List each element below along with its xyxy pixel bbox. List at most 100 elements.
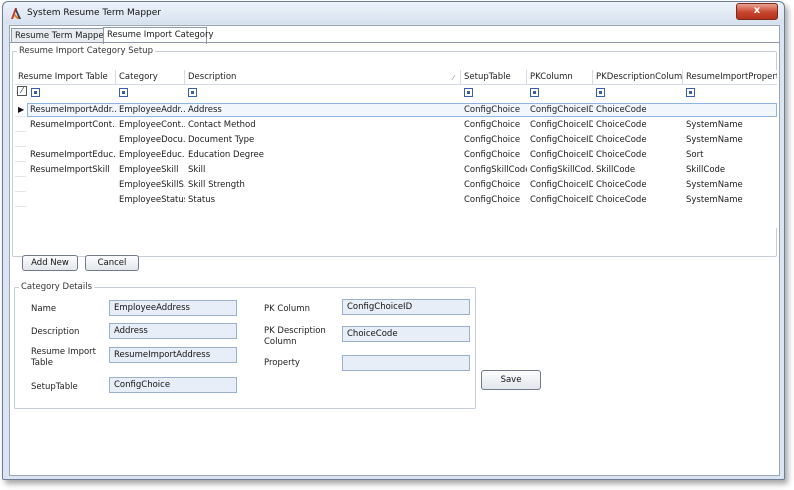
table-row[interactable]: ▶ ResumeImportAddr... EmployeeAddr... Addre… xyxy=(15,103,777,118)
tab-label: Resume Term Mapper xyxy=(15,31,108,41)
cell-setup-table[interactable]: ConfigChoice xyxy=(461,133,527,148)
cell-resume-import-property[interactable]: SystemName xyxy=(683,118,777,133)
cell-category[interactable]: EmployeeDocu... xyxy=(116,133,185,148)
cell-setup-table[interactable]: ConfigChoice xyxy=(461,193,527,208)
cell-pk-column[interactable]: ConfigChoiceID xyxy=(527,103,593,118)
column-header-description[interactable]: Description ⁄ xyxy=(185,70,461,84)
cell-description[interactable]: Contact Method xyxy=(185,118,461,133)
row-selector[interactable] xyxy=(15,118,26,132)
cell-category[interactable]: EmployeeCont... xyxy=(116,118,185,133)
cell-resume-import-table[interactable]: ResumeImportSkill xyxy=(27,163,116,178)
cell-pk-column[interactable]: ConfigChoiceID xyxy=(527,193,593,208)
setup-table-label: SetupTable xyxy=(31,382,78,392)
cell-resume-import-table[interactable] xyxy=(27,193,116,208)
table-row[interactable]: ResumeImportCont... EmployeeCont... Contac… xyxy=(15,118,777,133)
cell-category[interactable]: EmployeeSkillS... xyxy=(116,178,185,193)
filter-icon xyxy=(31,88,40,97)
cell-resume-import-property[interactable] xyxy=(683,103,777,118)
tab-resume-term-mapper[interactable]: Resume Term Mapper xyxy=(11,28,110,43)
column-header-resume-import-property[interactable]: ResumeImportProperty xyxy=(683,70,777,84)
cell-setup-table[interactable]: ConfigChoice xyxy=(461,118,527,133)
cancel-button[interactable]: Cancel xyxy=(85,255,139,271)
cell-resume-import-property[interactable]: SkillCode xyxy=(683,163,777,178)
cell-pk-description-column[interactable]: ChoiceCode xyxy=(593,133,683,148)
cell-resume-import-property[interactable]: Sort xyxy=(683,148,777,163)
resume-import-table-field[interactable]: ResumeImportAddress xyxy=(109,347,237,363)
cell-pk-column[interactable]: ConfigChoiceID xyxy=(527,118,593,133)
pk-column-field[interactable]: ConfigChoiceID xyxy=(342,299,470,315)
name-label: Name xyxy=(31,304,57,314)
cell-pk-description-column[interactable]: ChoiceCode xyxy=(593,103,683,118)
title-bar[interactable]: System Resume Term Mapper x xyxy=(3,2,784,24)
cell-setup-table[interactable]: ConfigChoice xyxy=(461,178,527,193)
column-header-resume-import-table[interactable]: Resume Import Table xyxy=(15,70,116,84)
cell-pk-column[interactable]: ConfigChoiceID xyxy=(527,148,593,163)
cell-resume-import-table[interactable]: ResumeImportAddr... xyxy=(27,103,116,118)
cell-resume-import-table[interactable] xyxy=(27,133,116,148)
setup-table-field[interactable]: ConfigChoice xyxy=(109,377,237,393)
filter-pk-column[interactable] xyxy=(530,88,539,97)
cell-description[interactable]: Education Degree xyxy=(185,148,461,163)
cell-setup-table[interactable]: ConfigChoice xyxy=(461,148,527,163)
row-selector[interactable] xyxy=(15,178,26,192)
cell-description[interactable]: Skill xyxy=(185,163,461,178)
filter-pk-description-column[interactable] xyxy=(596,88,605,97)
cell-pk-column[interactable]: ConfigChoiceID xyxy=(527,178,593,193)
cell-pk-description-column[interactable]: SkillCode xyxy=(593,163,683,178)
cell-resume-import-property[interactable]: SystemName xyxy=(683,178,777,193)
cell-description[interactable]: Address xyxy=(185,103,461,118)
cell-setup-table[interactable]: ConfigChoice xyxy=(461,103,527,118)
cell-resume-import-table[interactable]: ResumeImportEduc... xyxy=(27,148,116,163)
property-field[interactable] xyxy=(342,355,470,371)
row-selector[interactable] xyxy=(15,163,26,177)
cell-category[interactable]: EmployeeStatus xyxy=(116,193,185,208)
filter-description[interactable] xyxy=(188,88,197,97)
cell-pk-column[interactable]: ConfigChoiceID xyxy=(527,133,593,148)
cell-category[interactable]: EmployeeSkill xyxy=(116,163,185,178)
name-field[interactable]: EmployeeAddress xyxy=(109,300,237,316)
tab-content: Resume Import Category Setup Resume Impo… xyxy=(10,42,779,475)
cell-category[interactable]: EmployeeEduc... xyxy=(116,148,185,163)
filter-setup-table[interactable] xyxy=(464,88,473,97)
cell-description[interactable]: Status xyxy=(185,193,461,208)
cell-resume-import-table[interactable]: ResumeImportCont... xyxy=(27,118,116,133)
cell-resume-import-property[interactable]: SystemName xyxy=(683,193,777,208)
app-window: System Resume Term Mapper x Resume Term … xyxy=(2,1,785,480)
cell-pk-description-column[interactable]: ChoiceCode xyxy=(593,193,683,208)
row-selector[interactable] xyxy=(15,133,26,147)
description-field[interactable]: Address xyxy=(109,323,237,339)
column-header-label: SetupTable xyxy=(464,72,511,82)
row-selector[interactable] xyxy=(15,148,26,162)
cell-resume-import-property[interactable]: SystemName xyxy=(683,133,777,148)
row-selector[interactable]: ▶ xyxy=(15,103,26,117)
column-header-label: Description xyxy=(188,72,237,82)
column-header-category[interactable]: Category xyxy=(116,70,185,84)
table-row[interactable]: ResumeImportSkill EmployeeSkill Skill Confi… xyxy=(15,163,777,178)
table-row[interactable]: EmployeeSkillS... Skill Strength ConfigCho… xyxy=(15,178,777,193)
clear-filter-icon[interactable]: ⁄ xyxy=(17,86,27,96)
table-row[interactable]: EmployeeDocu... Document Type ConfigChoice… xyxy=(15,133,777,148)
close-button[interactable]: x xyxy=(736,3,778,20)
filter-resume-import-table[interactable] xyxy=(31,88,40,97)
filter-icon xyxy=(119,88,128,97)
column-header-pk-description-column[interactable]: PKDescriptionColumn xyxy=(593,70,683,84)
table-row[interactable]: EmployeeStatus Status ConfigChoice ConfigCh… xyxy=(15,193,777,208)
add-new-button[interactable]: Add New xyxy=(22,255,78,271)
cell-setup-table[interactable]: ConfigSkillCode xyxy=(461,163,527,178)
cell-description[interactable]: Skill Strength xyxy=(185,178,461,193)
filter-category[interactable] xyxy=(119,88,128,97)
save-button[interactable]: Save xyxy=(481,370,541,390)
cell-pk-column[interactable]: ConfigSkillCod... xyxy=(527,163,593,178)
column-header-pk-column[interactable]: PKColumn xyxy=(527,70,593,84)
cell-pk-description-column[interactable]: ChoiceCode xyxy=(593,118,683,133)
row-selector[interactable] xyxy=(15,193,26,207)
cell-category[interactable]: EmployeeAddr... xyxy=(116,103,185,118)
column-header-setup-table[interactable]: SetupTable xyxy=(461,70,527,84)
cell-description[interactable]: Document Type xyxy=(185,133,461,148)
cell-pk-description-column[interactable]: ChoiceCode xyxy=(593,148,683,163)
filter-resume-import-property[interactable] xyxy=(686,88,695,97)
pk-description-column-field[interactable]: ChoiceCode xyxy=(342,326,470,342)
cell-resume-import-table[interactable] xyxy=(27,178,116,193)
table-row[interactable]: ResumeImportEduc... EmployeeEduc... Educat… xyxy=(15,148,777,163)
cell-pk-description-column[interactable]: ChoiceCode xyxy=(593,178,683,193)
